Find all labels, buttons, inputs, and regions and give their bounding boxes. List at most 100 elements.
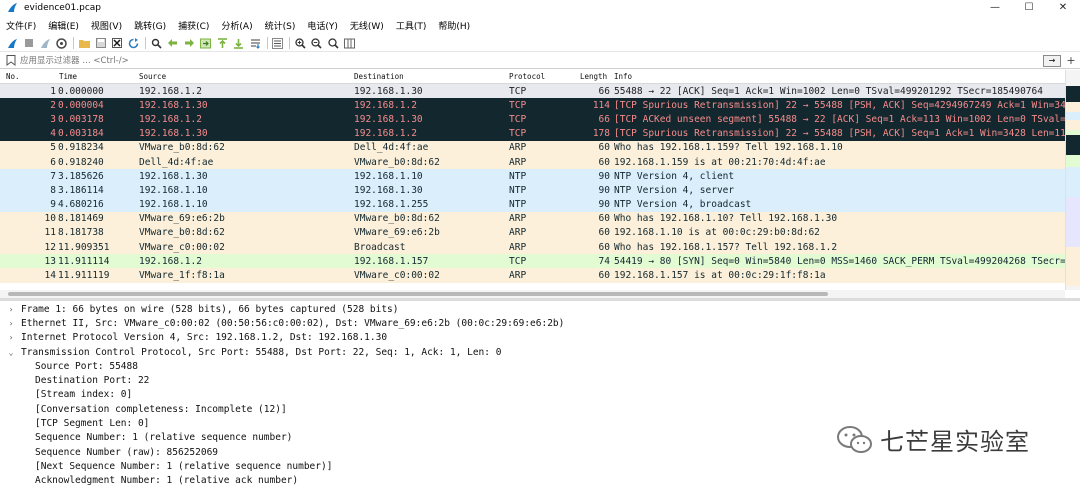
menu-edit[interactable]: 编辑(E) [48, 19, 79, 32]
tcp-field[interactable]: [Conversation completeness: Incomplete (… [0, 402, 1080, 416]
packet-source: 192.168.1.30 [139, 170, 208, 182]
packet-no: 11 [44, 227, 56, 239]
tcp-field[interactable]: Destination Port: 22 [0, 373, 1080, 387]
start-capture-icon[interactable] [6, 37, 18, 49]
go-to-packet-icon[interactable] [200, 37, 212, 49]
minimize-button[interactable]: — [978, 0, 1012, 15]
menu-help[interactable]: 帮助(H) [438, 19, 470, 32]
packet-source: VMware_b0:8d:62 [139, 227, 225, 239]
packet-length: 60 [598, 142, 610, 154]
capture-options-icon[interactable] [56, 37, 68, 49]
packet-info: [TCP Spurious Retransmission] 22 → 55488… [614, 128, 1065, 140]
apply-filter-button[interactable]: → [1043, 54, 1061, 67]
column-header-source[interactable]: Source [133, 72, 348, 81]
zoom-in-icon[interactable] [294, 37, 306, 49]
menu-go[interactable]: 跳转(G) [134, 19, 166, 32]
reload-file-icon[interactable] [128, 37, 140, 49]
packet-destination: 192.168.1.10 [354, 170, 423, 182]
tcp-field[interactable]: Acknowledgment Number: 1 (relative ack n… [0, 474, 1080, 487]
expand-arrow-icon[interactable]: › [7, 333, 15, 342]
detail-tcp[interactable]: ⌄ Transmission Control Protocol, Src Por… [0, 345, 1080, 359]
packet-destination: 192.168.1.30 [354, 85, 423, 97]
column-header-protocol[interactable]: Protocol [503, 72, 574, 81]
packet-length: 60 [598, 270, 610, 282]
packet-time: 0.918240 [58, 156, 104, 168]
packet-row[interactable]: 13 11.911114 192.168.1.2 192.168.1.157 TCP 74… [0, 254, 1065, 269]
packet-time: 0.918234 [58, 142, 104, 154]
restart-capture-icon[interactable] [39, 37, 51, 49]
tcp-field[interactable]: [Stream index: 0] [0, 388, 1080, 402]
packet-minimap[interactable] [1066, 86, 1080, 286]
packet-info: Who has 192.168.1.157? Tell 192.168.1.2 [614, 241, 838, 253]
go-forward-icon[interactable] [183, 37, 195, 49]
open-file-icon[interactable] [78, 37, 90, 49]
column-header-no[interactable]: No. [0, 72, 53, 81]
expand-arrow-icon[interactable]: › [7, 305, 15, 314]
expand-arrow-icon[interactable]: › [7, 319, 15, 328]
detail-ethernet[interactable]: › Ethernet II, Src: VMware_c0:00:02 (00:… [0, 316, 1080, 330]
tcp-field[interactable]: [Next Sequence Number: 1 (relative seque… [0, 459, 1080, 473]
detail-frame[interactable]: › Frame 1: 66 bytes on wire (528 bits), … [0, 302, 1080, 316]
packet-list-hscrollbar[interactable] [0, 290, 1065, 298]
menu-tools[interactable]: 工具(T) [396, 19, 427, 32]
column-header-info[interactable]: Info [608, 72, 1065, 81]
maximize-button[interactable]: ☐ [1012, 0, 1046, 15]
menu-file[interactable]: 文件(F) [6, 19, 36, 32]
packet-protocol: TCP [509, 255, 527, 267]
go-back-icon[interactable] [167, 37, 179, 49]
packet-row[interactable]: 12 11.909351 VMware_c0:00:02 Broadcast ARP 60… [0, 240, 1065, 255]
packet-source: 192.168.1.2 [139, 85, 202, 97]
display-filter-input[interactable] [18, 53, 1043, 68]
close-file-icon[interactable] [111, 37, 123, 49]
bookmark-icon[interactable] [4, 54, 18, 68]
column-header-destination[interactable]: Destination [348, 72, 503, 81]
packet-info: [TCP Spurious Retransmission] 22 → 55488… [614, 99, 1065, 111]
find-packet-icon[interactable] [150, 37, 162, 49]
packet-row[interactable]: 7 3.185626 192.168.1.30 192.168.1.10 NTP 90 NT… [0, 169, 1065, 184]
zoom-out-icon[interactable] [311, 37, 323, 49]
menu-analyze[interactable]: 分析(A) [221, 19, 252, 32]
close-button[interactable]: ✕ [1046, 0, 1080, 15]
hscroll-thumb[interactable] [8, 292, 828, 296]
stop-capture-icon[interactable] [23, 37, 35, 49]
autoscroll-icon[interactable] [249, 37, 261, 49]
menu-telephony[interactable]: 电话(Y) [307, 19, 338, 32]
last-packet-icon[interactable] [233, 37, 245, 49]
packet-row[interactable]: 8 3.186114 192.168.1.10 192.168.1.30 NTP 90 NT… [0, 183, 1065, 198]
packet-row[interactable]: 6 0.918240 Dell_4d:4f:ae VMware_b0:8d:62 ARP… [0, 154, 1065, 170]
packet-destination: VMware_69:e6:2b [354, 227, 440, 239]
menu-capture[interactable]: 捕获(C) [178, 19, 209, 32]
add-filter-button[interactable]: + [1064, 54, 1078, 67]
column-header-time[interactable]: Time [53, 72, 133, 81]
collapse-arrow-icon[interactable]: ⌄ [7, 348, 15, 357]
colorize-icon[interactable] [272, 37, 284, 49]
first-packet-icon[interactable] [216, 37, 228, 49]
packet-destination: VMware_b0:8d:62 [354, 156, 440, 168]
packet-source: 192.168.1.10 [139, 199, 208, 211]
packet-length: 90 [598, 184, 610, 196]
detail-ipv4[interactable]: › Internet Protocol Version 4, Src: 192.… [0, 331, 1080, 345]
zoom-reset-icon[interactable] [327, 37, 339, 49]
save-file-icon[interactable] [95, 37, 107, 49]
packet-row[interactable]: 2 0.000004 192.168.1.30 192.168.1.2 TCP 114 [T… [0, 98, 1065, 113]
menu-wireless[interactable]: 无线(W) [350, 19, 384, 32]
window-controls: — ☐ ✕ [978, 0, 1080, 15]
menu-statistics[interactable]: 统计(S) [265, 19, 296, 32]
packet-row[interactable]: 11 8.181738 VMware_b0:8d:62 VMware_69:e6:2b… [0, 225, 1065, 241]
packet-row[interactable]: 3 0.003178 192.168.1.2 192.168.1.30 TCP 66 [TC… [0, 112, 1065, 127]
detail-text: Ethernet II, Src: VMware_c0:00:02 (00:50… [21, 317, 565, 329]
menu-view[interactable]: 视图(V) [91, 19, 122, 32]
packet-row[interactable]: 1 0.000000 192.168.1.2 192.168.1.30 TCP 66 554… [0, 84, 1065, 99]
column-header-length[interactable]: Length [574, 72, 608, 81]
resize-columns-icon[interactable] [344, 37, 356, 49]
packet-row[interactable]: 9 4.680216 192.168.1.10 192.168.1.255 NTP 90 N… [0, 197, 1065, 212]
packet-row[interactable]: 4 0.003184 192.168.1.30 192.168.1.2 TCP 178 [T… [0, 126, 1065, 141]
packet-time: 11.909351 [58, 241, 110, 253]
packet-destination: VMware_c0:00:02 [354, 270, 440, 282]
tcp-field[interactable]: Source Port: 55488 [0, 359, 1080, 373]
packet-info: 192.168.1.157 is at 00:0c:29:1f:f8:1a [614, 270, 826, 282]
packet-row[interactable]: 5 0.918234 VMware_b0:8d:62 Dell_4d:4f:ae ARP… [0, 140, 1065, 155]
packet-row[interactable]: 14 11.911119 VMware_1f:f8:1a VMware_c0:00:0… [0, 268, 1065, 283]
packet-row[interactable]: 10 8.181469 VMware_69:e6:2b VMware_b0:8d:62… [0, 211, 1065, 226]
pane-splitter[interactable] [0, 298, 1080, 301]
